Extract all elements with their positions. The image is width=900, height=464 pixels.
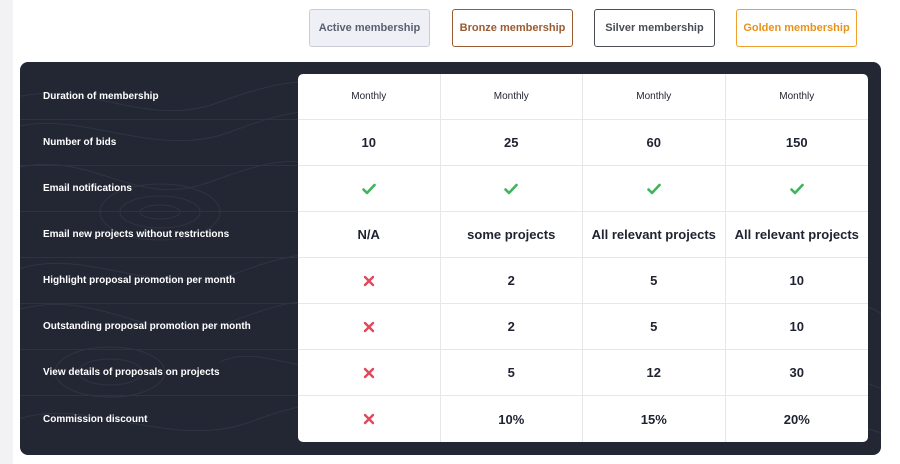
silver-value-cell: 5 [583,258,726,303]
bronze-value-cell: 10% [441,396,583,442]
golden-value-cell: 10 [789,273,804,288]
table-row: Monthly Monthly Monthly Monthly [298,74,868,120]
golden-value-cell: 20% [783,411,810,427]
bronze-value-cell: some projects [441,212,583,257]
feature-label: Duration of membership [20,74,298,120]
silver-value-cell: 5 [583,304,726,349]
golden-membership-button[interactable]: Golden membership [736,9,857,47]
table-row: 2 5 10 [298,258,868,304]
active-value-cell: 10 [298,120,441,165]
cross-icon [298,258,441,303]
golden-value-cell: 10 [789,319,804,334]
silver-value-cell: Monthly [583,74,726,119]
check-icon [298,166,441,211]
bronze-value-cell: 25 [441,120,583,165]
feature-label: Email new projects without restrictions [20,212,298,258]
bronze-value-cell: 2 [441,304,583,349]
golden-value-cell: All relevant projects [734,227,859,242]
silver-membership-button[interactable]: Silver membership [594,9,715,47]
check-icon [583,166,726,211]
bronze-value-cell: 5 [441,350,583,395]
bronze-membership-button[interactable]: Bronze membership [452,9,573,47]
feature-label: View details of proposals on projects [20,350,298,396]
silver-value-cell: 15% [583,396,726,442]
golden-value-cell: 150 [785,135,808,150]
table-row [298,166,868,212]
bronze-value-cell: 2 [441,258,583,303]
silver-value-cell: All relevant projects [583,212,726,257]
left-edge-strip [0,0,13,464]
bronze-value-cell: Monthly [441,74,583,119]
table-row: N/A some projects All relevant projects All… [298,212,868,258]
table-row: 10% 15% 20% [298,396,868,442]
silver-value-cell: 12 [583,350,726,395]
feature-label: Email notifications [20,166,298,212]
cross-icon [298,304,441,349]
feature-label: Number of bids [20,120,298,166]
table-row: 2 5 10 [298,304,868,350]
cross-icon [298,350,441,395]
check-icon [726,166,869,211]
golden-value-cell: 30 [789,365,804,380]
silver-value-cell: 60 [583,120,726,165]
cross-icon [298,396,441,442]
active-membership-button[interactable]: Active membership [309,9,430,47]
active-value-cell: Monthly [298,74,441,119]
table-row: 5 12 30 [298,350,868,396]
feature-label: Outstanding proposal promotion per month [20,304,298,350]
active-value-cell: N/A [298,212,441,257]
check-icon [441,166,583,211]
table-row: 10 25 60 150 [298,120,868,166]
feature-label: Commission discount [43,413,148,425]
feature-label: Highlight proposal promotion per month [20,258,298,304]
golden-value-cell: Monthly [779,91,815,102]
feature-labels: Duration of membership Number of bids Em… [20,74,298,442]
comparison-table: Monthly Monthly Monthly Monthly 10 25 60 150 N/A… [298,74,868,442]
